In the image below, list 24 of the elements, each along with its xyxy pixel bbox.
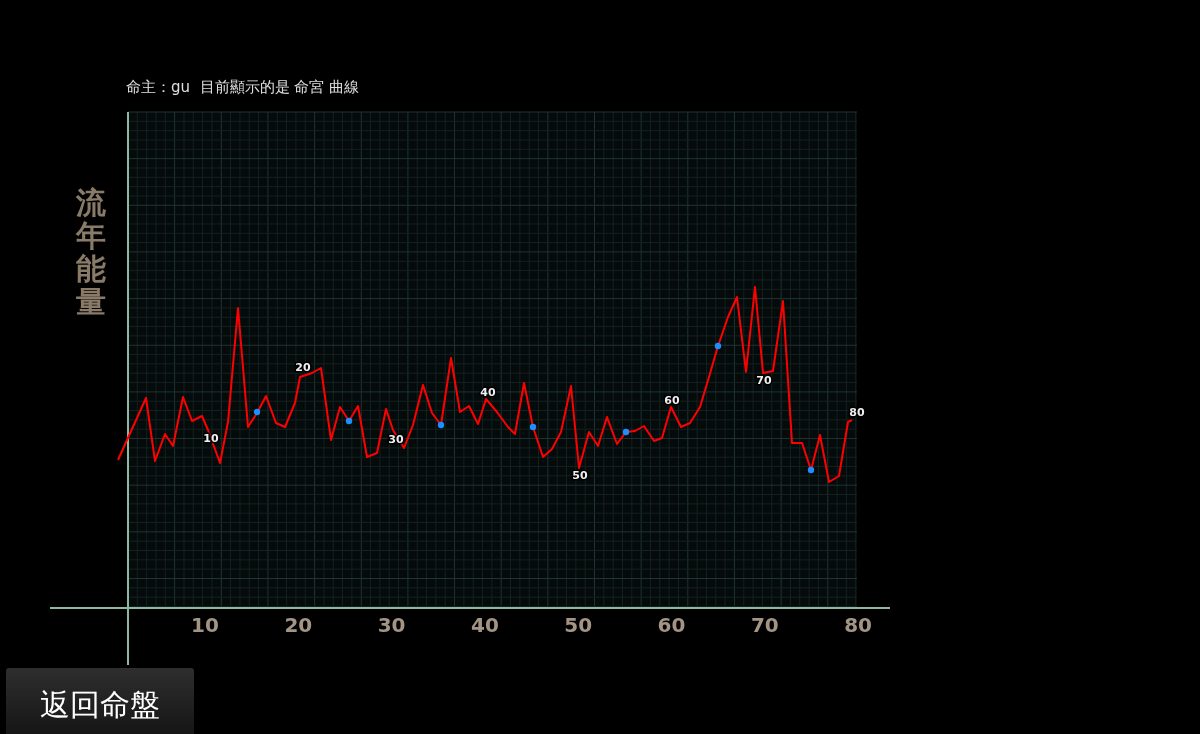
marker-dot: [437, 421, 445, 429]
x-tick-label: 60: [657, 613, 686, 637]
x-tick-label: 10: [191, 613, 219, 637]
point-label: 50: [572, 469, 588, 482]
point-label: 40: [480, 386, 496, 399]
back-button[interactable]: 返回命盤: [6, 668, 194, 734]
marker-dot: [253, 408, 261, 416]
y-axis-label: 流年能量: [76, 186, 106, 318]
marker-dot: [529, 423, 537, 431]
marker-dot: [345, 417, 353, 425]
x-tick-label: 20: [284, 613, 313, 637]
x-tick-label: 70: [750, 613, 779, 637]
marker-dot: [714, 342, 722, 350]
x-tick-label: 40: [471, 613, 499, 637]
point-label: 20: [295, 361, 311, 374]
x-tick-label: 30: [377, 613, 406, 637]
point-label: 80: [849, 406, 865, 419]
point-label: 70: [756, 374, 772, 387]
x-tick-label: 80: [844, 613, 872, 637]
point-label: 60: [664, 394, 680, 407]
marker-dot: [807, 466, 815, 474]
x-tick-label: 50: [564, 613, 593, 637]
marker-dot: [622, 428, 630, 436]
chart-title: 命主：gu 目前顯示的是 命宮 曲線: [126, 78, 360, 97]
